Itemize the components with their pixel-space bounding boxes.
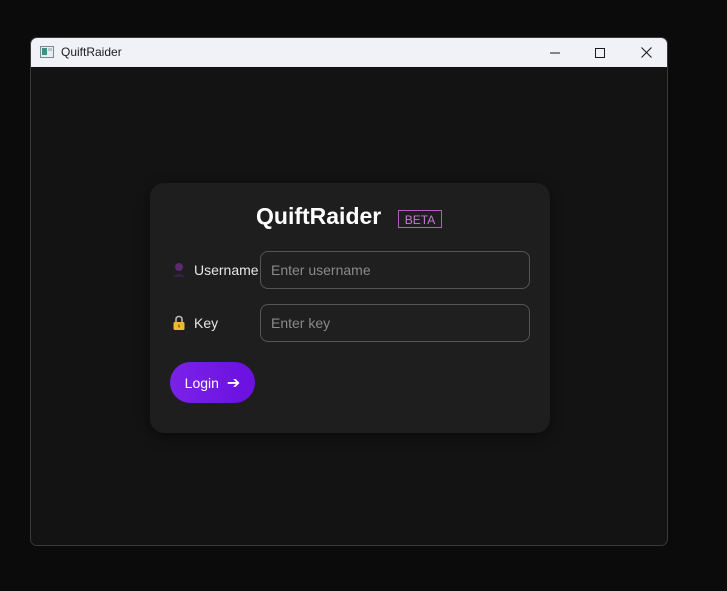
minimize-button[interactable]: [532, 38, 578, 67]
username-row: Username: [170, 251, 530, 289]
login-title: QuiftRaider: [256, 203, 382, 229]
title-bar[interactable]: QuiftRaider: [31, 38, 667, 67]
user-icon: [172, 262, 186, 278]
login-button[interactable]: Login ➔: [170, 362, 255, 403]
maximize-button[interactable]: [577, 38, 623, 67]
username-label: Username: [194, 262, 259, 278]
key-row: Key: [170, 304, 530, 342]
username-input[interactable]: [260, 251, 530, 289]
key-input[interactable]: [260, 304, 530, 342]
lock-icon: [172, 315, 186, 331]
window-content: QuiftRaider BETA Username Enter username…: [31, 67, 667, 545]
app-window-icon: [40, 45, 54, 58]
login-button-label: Login: [184, 374, 219, 391]
arrow-right-icon: ➔: [226, 373, 241, 392]
key-label: Key: [194, 315, 219, 331]
login-card: QuiftRaider BETA Username Enter username…: [150, 183, 550, 433]
maximize-icon: [595, 47, 605, 58]
close-button[interactable]: [623, 38, 667, 67]
window-title: QuiftRaider: [61, 45, 122, 59]
beta-badge: BETA: [398, 210, 442, 228]
close-icon: [640, 47, 652, 58]
minimize-icon: [550, 48, 560, 58]
app-window: QuiftRaider QuiftRaider BETA Username En…: [30, 37, 668, 546]
